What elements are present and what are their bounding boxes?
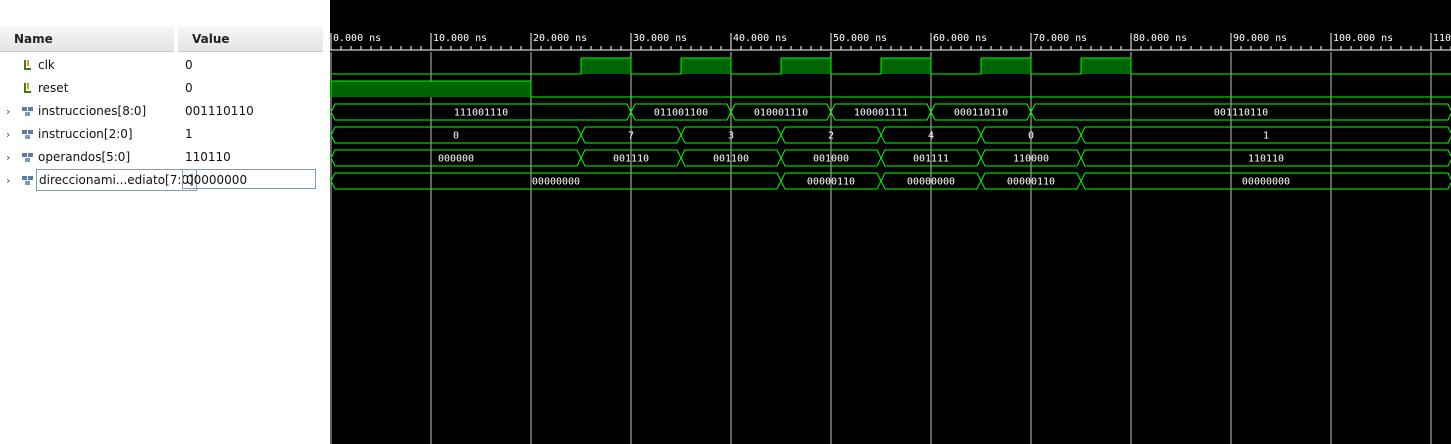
bus-value-label: 010001110 bbox=[754, 108, 808, 119]
bus-value-label: 001111 bbox=[913, 154, 949, 165]
bus-signal-icon bbox=[22, 153, 33, 162]
ruler-tick-label: 50.000 ns bbox=[833, 33, 887, 44]
bus-value-label: 000110110 bbox=[954, 108, 1008, 119]
signal-name-label: instrucciones[8:0] bbox=[38, 104, 147, 118]
signal-value-cell[interactable]: 00000000 bbox=[178, 169, 323, 192]
bus-value-label: 110110 bbox=[1248, 154, 1284, 165]
ruler-tick-label: 70.000 ns bbox=[1033, 33, 1087, 44]
bus-value-label: 00000000 bbox=[1242, 177, 1290, 188]
expand-chevron-icon[interactable]: › bbox=[6, 146, 16, 169]
signal-value-text: 0 bbox=[185, 58, 193, 72]
signal-row-operandos-5-0-[interactable]: › operandos[5:0] bbox=[0, 146, 174, 169]
signal-row-instrucciones-8-0-[interactable]: › instrucciones[8:0] bbox=[0, 100, 174, 123]
bus-value-label: 00000110 bbox=[1007, 177, 1055, 188]
signal-value-text: 110110 bbox=[185, 150, 231, 164]
name-column-header[interactable]: Name bbox=[0, 26, 174, 52]
expand-chevron-icon[interactable]: › bbox=[6, 100, 16, 123]
bit-high-fill bbox=[981, 58, 1031, 74]
ruler-tick-label: 80.000 ns bbox=[1133, 33, 1187, 44]
signal-value-cell[interactable]: 0 bbox=[178, 54, 323, 77]
ruler-tick-label: 30.000 ns bbox=[633, 33, 687, 44]
signal-name-label: reset bbox=[38, 81, 69, 95]
bus-value-label: 1 bbox=[1263, 131, 1269, 142]
signal-value-cell[interactable]: 001110110 bbox=[178, 100, 323, 123]
signal-value-cell[interactable]: 110110 bbox=[178, 146, 323, 169]
bit-high-fill bbox=[681, 58, 731, 74]
signal-name-label: instruccion[2:0] bbox=[38, 127, 133, 141]
bit-high-fill bbox=[881, 58, 931, 74]
bit-high-fill bbox=[1081, 58, 1131, 74]
bit-signal-icon bbox=[24, 60, 31, 70]
signal-name-label: clk bbox=[38, 58, 55, 72]
signal-value-text: 001110110 bbox=[185, 104, 254, 118]
bit-high-fill bbox=[581, 58, 631, 74]
bus-value-label: 00000000 bbox=[532, 177, 580, 188]
bus-value-label: 000000 bbox=[438, 154, 474, 165]
ruler-tick-label: 110 bbox=[1433, 33, 1451, 44]
signal-row-reset[interactable]: reset bbox=[0, 77, 174, 100]
ruler-tick-label: 20.000 ns bbox=[533, 33, 587, 44]
signal-value-text: 0 bbox=[185, 81, 193, 95]
signal-row-instruccion-2-0-[interactable]: › instruccion[2:0] bbox=[0, 123, 174, 146]
signal-name-label: operandos[5:0] bbox=[38, 150, 131, 164]
bit-signal-icon bbox=[24, 83, 31, 93]
signal-name-label: direccionami...ediato[7:0] bbox=[36, 169, 197, 191]
bus-value-label: 4 bbox=[928, 131, 934, 142]
bus-value-label: 001110 bbox=[613, 154, 649, 165]
bus-value-label: 2 bbox=[828, 131, 834, 142]
bus-value-label: 00000110 bbox=[807, 177, 855, 188]
signal-value-cell[interactable]: 0 bbox=[178, 77, 323, 100]
bus-value-label: 001110110 bbox=[1214, 108, 1268, 119]
bus-value-label: 001100 bbox=[713, 154, 749, 165]
ruler-tick-label: 0.000 ns bbox=[333, 33, 381, 44]
signal-value-cell[interactable]: 1 bbox=[178, 123, 323, 146]
bus-value-label: 011001100 bbox=[654, 108, 708, 119]
value-column-header[interactable]: Value bbox=[178, 26, 323, 52]
bit-high-fill bbox=[781, 58, 831, 74]
signal-row-clk[interactable]: clk bbox=[0, 54, 174, 77]
bus-value-label: 0 bbox=[453, 131, 459, 142]
bus-value-label: 7 bbox=[628, 131, 634, 142]
bus-value-label: 001000 bbox=[813, 154, 849, 165]
signal-value-text: 1 bbox=[185, 127, 193, 141]
ruler-tick-label: 10.000 ns bbox=[433, 33, 487, 44]
ruler-tick-label: 60.000 ns bbox=[933, 33, 987, 44]
waveform-canvas[interactable]: 0.000 ns 10.000 ns 20.000 ns 30.000 ns 40.00… bbox=[330, 0, 1451, 444]
bit-high-fill bbox=[331, 81, 531, 97]
panel-splitter-wave[interactable] bbox=[323, 0, 330, 444]
bus-value-label: 110000 bbox=[1013, 154, 1049, 165]
bus-signal-icon bbox=[22, 130, 33, 139]
bus-value-label: 3 bbox=[728, 131, 734, 142]
ruler-tick-label: 100.000 ns bbox=[1333, 33, 1393, 44]
bus-value-label: 00000000 bbox=[907, 177, 955, 188]
signal-value-text: 00000000 bbox=[182, 169, 316, 189]
ruler-tick-label: 40.000 ns bbox=[733, 33, 787, 44]
bus-value-label: 0 bbox=[1028, 131, 1034, 142]
expand-chevron-icon[interactable]: › bbox=[6, 123, 16, 146]
ruler-tick-label: 90.000 ns bbox=[1233, 33, 1287, 44]
expand-chevron-icon[interactable]: › bbox=[6, 169, 16, 192]
bus-value-label: 111001110 bbox=[454, 108, 508, 119]
bus-value-label: 100001111 bbox=[854, 108, 908, 119]
bus-signal-icon bbox=[22, 107, 33, 116]
bus-signal-icon bbox=[22, 176, 33, 185]
signal-row-direccionami-ediato-7-0-[interactable]: › direccionami...ediato[7:0] bbox=[0, 169, 197, 192]
